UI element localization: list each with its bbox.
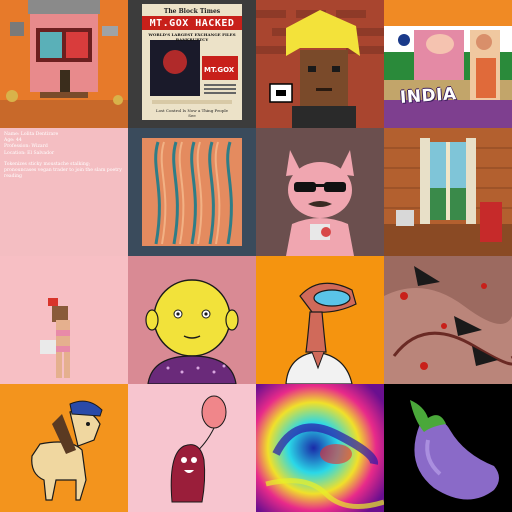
nft-tile-newspaper[interactable]: The Block Times MT.GOX HACKED WORLD'S LA…	[128, 0, 256, 128]
newspaper-badge: MT.GOX	[204, 66, 235, 74]
nft-tile-dark-painting[interactable]	[384, 256, 512, 384]
balloon-creature-artwork	[128, 384, 256, 512]
india-label: INDIA	[399, 84, 458, 108]
nft-tile-eggplant[interactable]	[384, 384, 512, 512]
room-artwork	[384, 128, 512, 256]
nft-tile-yellow-head[interactable]	[128, 256, 256, 384]
nft-tile-pixel-character[interactable]	[256, 0, 384, 128]
nft-grid: The Block Times MT.GOX HACKED WORLD'S LA…	[0, 0, 512, 512]
horse-artwork	[0, 384, 128, 512]
newspaper-masthead: The Block Times	[163, 8, 221, 15]
newspaper-headline: MT.GOX HACKED	[149, 18, 235, 29]
nft-tile-pixel-woman[interactable]	[0, 256, 128, 384]
pink-house-artwork	[0, 0, 128, 128]
nft-tile-cat[interactable]	[256, 128, 384, 256]
dark-painting-artwork	[384, 256, 512, 384]
nft-tile-pink-house[interactable]	[0, 0, 128, 128]
newspaper-subhead: WORLD'S LARGEST EXCHANGE FILES BANKRUPTC…	[148, 32, 236, 42]
psychedelic-artwork	[256, 384, 384, 512]
nft-tile-india[interactable]: INDIA	[384, 0, 512, 128]
nft-tile-lizard[interactable]	[256, 256, 384, 384]
nft-tile-psychedelic[interactable]	[256, 384, 384, 512]
bio-location: Location: El Salvador	[4, 150, 55, 156]
cat-artwork	[256, 128, 384, 256]
nft-tile-bio-text[interactable]: Name: Lolita Dentirare Age: 44 Professio…	[0, 128, 128, 256]
nft-tile-room[interactable]	[384, 128, 512, 256]
eggplant-icon	[384, 384, 512, 512]
nft-tile-abstract-lines[interactable]	[128, 128, 256, 256]
newspaper-footer: Lost Control Is Now a Thing People See	[155, 108, 229, 118]
nft-tile-balloon-creature[interactable]	[128, 384, 256, 512]
bio-about: Tokenizes sticky moustache stalking; pro…	[4, 161, 122, 180]
pixel-woman-artwork	[0, 256, 128, 384]
abstract-lines-artwork	[128, 128, 256, 256]
pixel-character-artwork	[256, 0, 384, 128]
india-artwork	[384, 0, 512, 128]
lizard-artwork	[256, 256, 384, 384]
nft-tile-horse[interactable]	[0, 384, 128, 512]
bio-block: Name: Lolita Dentirare Age: 44 Professio…	[4, 132, 124, 180]
yellow-head-artwork	[128, 256, 256, 384]
